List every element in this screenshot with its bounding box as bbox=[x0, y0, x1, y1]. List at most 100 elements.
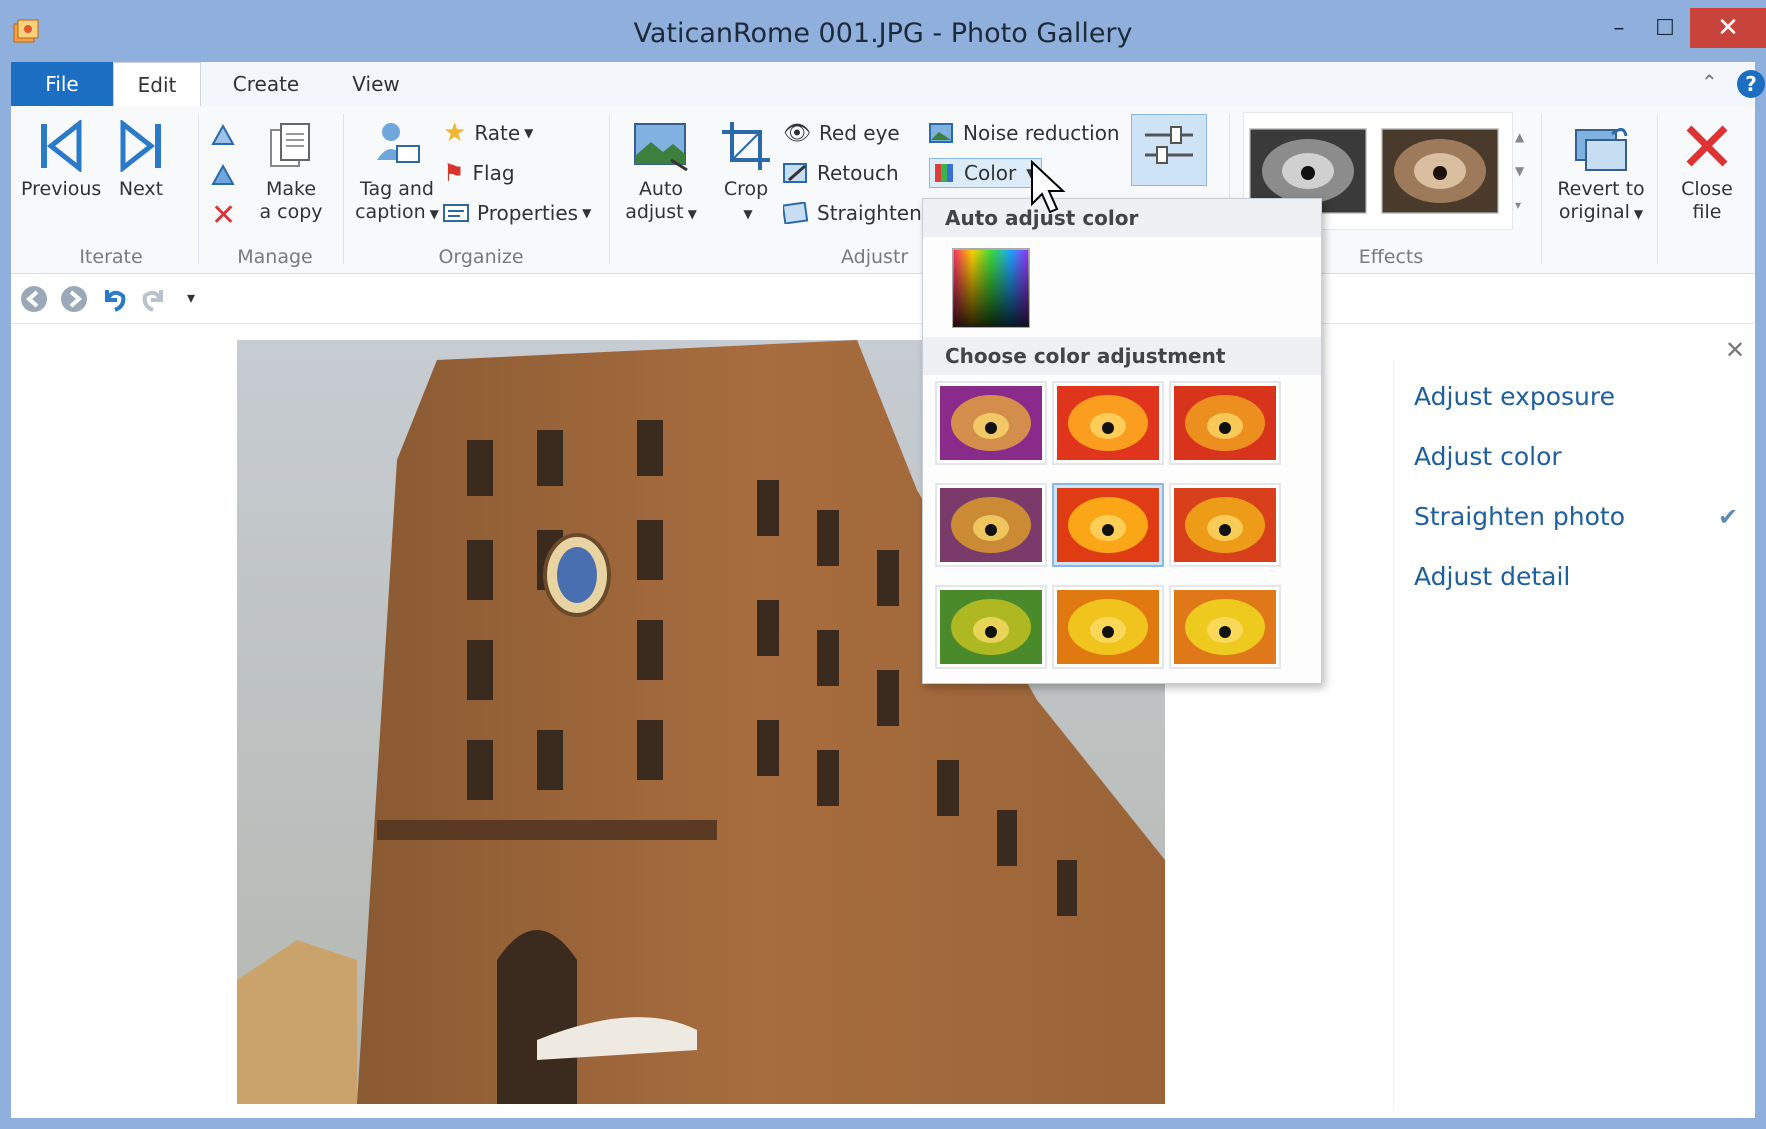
adjust-color-link[interactable]: Adjust color bbox=[1414, 442, 1562, 471]
auto-adjust-button[interactable]: Auto adjust ▼ bbox=[617, 120, 705, 226]
retouch-button[interactable]: Retouch bbox=[783, 158, 899, 188]
auto-adjust-color-swatch[interactable] bbox=[951, 247, 1031, 329]
flower-preview-image bbox=[940, 590, 1042, 664]
star-icon: ★ bbox=[443, 118, 467, 148]
revert-to-original-button[interactable]: Revert to original ▼ bbox=[1549, 120, 1653, 226]
tag-caption-label-2: caption bbox=[355, 201, 426, 223]
color-swatch-icon bbox=[935, 164, 953, 182]
auto-adjust-label-1: Auto bbox=[638, 178, 684, 200]
close-file-label-2: file bbox=[1692, 201, 1722, 223]
properties-button[interactable]: Properties ▼ bbox=[443, 198, 591, 228]
rate-button[interactable]: ★ Rate ▼ bbox=[443, 118, 533, 148]
previous-label: Previous bbox=[21, 178, 102, 200]
tab-create[interactable]: Create bbox=[211, 62, 321, 106]
collapse-ribbon-icon[interactable]: ⌃ bbox=[1701, 70, 1718, 94]
effects-scroll-controls[interactable]: ▲ ▼ ▾ bbox=[1515, 120, 1524, 222]
crop-icon bbox=[722, 122, 770, 170]
flower-preview-image bbox=[940, 488, 1042, 562]
customize-toolbar-icon[interactable]: ▾ bbox=[187, 288, 195, 307]
sliders-icon bbox=[1145, 126, 1193, 164]
color-preset-thumb[interactable] bbox=[1052, 585, 1164, 669]
window-title: VaticanRome 001.JPG - Photo Gallery bbox=[633, 18, 1133, 49]
group-separator bbox=[1541, 114, 1542, 264]
ribbon-tabs: File Edit Create View ⌃ ? bbox=[11, 62, 1765, 106]
previous-button[interactable]: Previous bbox=[21, 120, 101, 201]
forward-icon[interactable] bbox=[59, 284, 89, 314]
retouch-label: Retouch bbox=[817, 161, 899, 185]
tag-and-caption-button[interactable]: Tag and caption ▼ bbox=[351, 120, 443, 226]
fine-tune-button[interactable] bbox=[1131, 114, 1207, 186]
rotate-left-icon[interactable] bbox=[209, 122, 239, 148]
straighten-label: Straighten bbox=[817, 201, 922, 225]
tab-file[interactable]: File bbox=[11, 62, 113, 106]
group-separator bbox=[609, 114, 610, 264]
group-label-manage: Manage bbox=[237, 246, 313, 268]
flower-preview-image bbox=[1174, 386, 1276, 460]
rotate-right-icon[interactable] bbox=[209, 162, 239, 188]
revert-label-2: original bbox=[1558, 201, 1630, 223]
color-preset-thumb[interactable] bbox=[935, 483, 1047, 567]
effect-sepia-thumb[interactable] bbox=[1381, 128, 1499, 214]
properties-icon bbox=[443, 204, 469, 222]
crop-label: Crop bbox=[723, 178, 769, 200]
color-preset-thumb[interactable] bbox=[1052, 381, 1164, 465]
minimize-button[interactable]: – bbox=[1600, 10, 1638, 46]
help-icon[interactable]: ? bbox=[1737, 70, 1765, 98]
flower-preview-image bbox=[1057, 590, 1159, 664]
fix-options-pane: Adjust exposure Adjust color Straighten … bbox=[1393, 360, 1755, 1110]
noise-reduction-icon bbox=[929, 123, 953, 143]
color-preset-thumb[interactable] bbox=[1169, 585, 1281, 669]
auto-adjust-label-2: adjust bbox=[625, 201, 684, 223]
group-label-organize: Organize bbox=[438, 246, 524, 268]
flag-button[interactable]: ⚑ Flag bbox=[443, 158, 515, 188]
eye-icon: 👁 bbox=[783, 120, 811, 146]
group-label-iterate: Iterate bbox=[79, 246, 143, 268]
color-preset-thumb[interactable] bbox=[1169, 381, 1281, 465]
ribbon: Previous Next Iterate ✕ Make a copy Mana… bbox=[11, 106, 1755, 274]
redo-icon[interactable] bbox=[139, 284, 169, 314]
group-separator bbox=[1657, 114, 1658, 264]
noise-reduction-button[interactable]: Noise reduction bbox=[929, 118, 1120, 148]
flag-label: Flag bbox=[472, 161, 515, 185]
color-preset-thumb[interactable] bbox=[1169, 483, 1281, 567]
mouse-cursor-icon bbox=[1031, 160, 1066, 214]
straighten-button[interactable]: Straighten bbox=[783, 198, 922, 228]
adjust-exposure-link[interactable]: Adjust exposure bbox=[1414, 382, 1615, 411]
crop-button[interactable]: Crop ▼ bbox=[711, 120, 781, 226]
adjust-detail-link[interactable]: Adjust detail bbox=[1414, 562, 1570, 591]
color-preset-thumb[interactable] bbox=[1052, 483, 1164, 567]
flower-preview-image bbox=[1174, 488, 1276, 562]
flower-preview-image bbox=[1057, 386, 1159, 460]
noise-reduction-label: Noise reduction bbox=[963, 121, 1120, 145]
color-adjustment-dropdown: Auto adjust color Choose color adjustmen… bbox=[922, 198, 1322, 684]
flower-preview-image bbox=[1057, 488, 1159, 562]
auto-adjust-icon bbox=[634, 123, 688, 172]
color-preset-thumb[interactable] bbox=[935, 381, 1047, 465]
maximize-button[interactable]: ☐ bbox=[1646, 10, 1684, 46]
color-preset-thumb[interactable] bbox=[935, 585, 1047, 669]
undo-icon[interactable] bbox=[99, 284, 129, 314]
close-window-button[interactable]: ✕ bbox=[1690, 8, 1766, 48]
next-label: Next bbox=[118, 178, 164, 200]
tab-view[interactable]: View bbox=[331, 62, 421, 106]
retouch-icon bbox=[783, 163, 807, 183]
revert-label-1: Revert to bbox=[1557, 178, 1645, 200]
properties-label: Properties bbox=[477, 201, 579, 225]
previous-icon bbox=[41, 120, 82, 172]
make-copy-button[interactable]: Make a copy bbox=[253, 120, 329, 224]
tab-edit[interactable]: Edit bbox=[113, 62, 201, 106]
straighten-icon bbox=[783, 202, 809, 224]
flower-preview-image bbox=[1174, 590, 1276, 664]
close-file-button[interactable]: Close file bbox=[1667, 120, 1747, 224]
delete-icon[interactable]: ✕ bbox=[211, 198, 236, 233]
tag-caption-label-1: Tag and bbox=[360, 178, 434, 200]
next-button[interactable]: Next bbox=[111, 120, 171, 201]
color-button[interactable]: Color ▼ bbox=[929, 158, 1043, 188]
back-icon[interactable] bbox=[19, 284, 49, 314]
flag-icon: ⚑ bbox=[443, 159, 465, 187]
red-eye-label: Red eye bbox=[818, 121, 900, 145]
straighten-photo-link[interactable]: Straighten photo bbox=[1414, 502, 1625, 531]
tag-person-icon bbox=[377, 123, 420, 163]
red-eye-button[interactable]: 👁 Red eye bbox=[783, 118, 900, 148]
close-file-icon bbox=[1686, 125, 1728, 167]
